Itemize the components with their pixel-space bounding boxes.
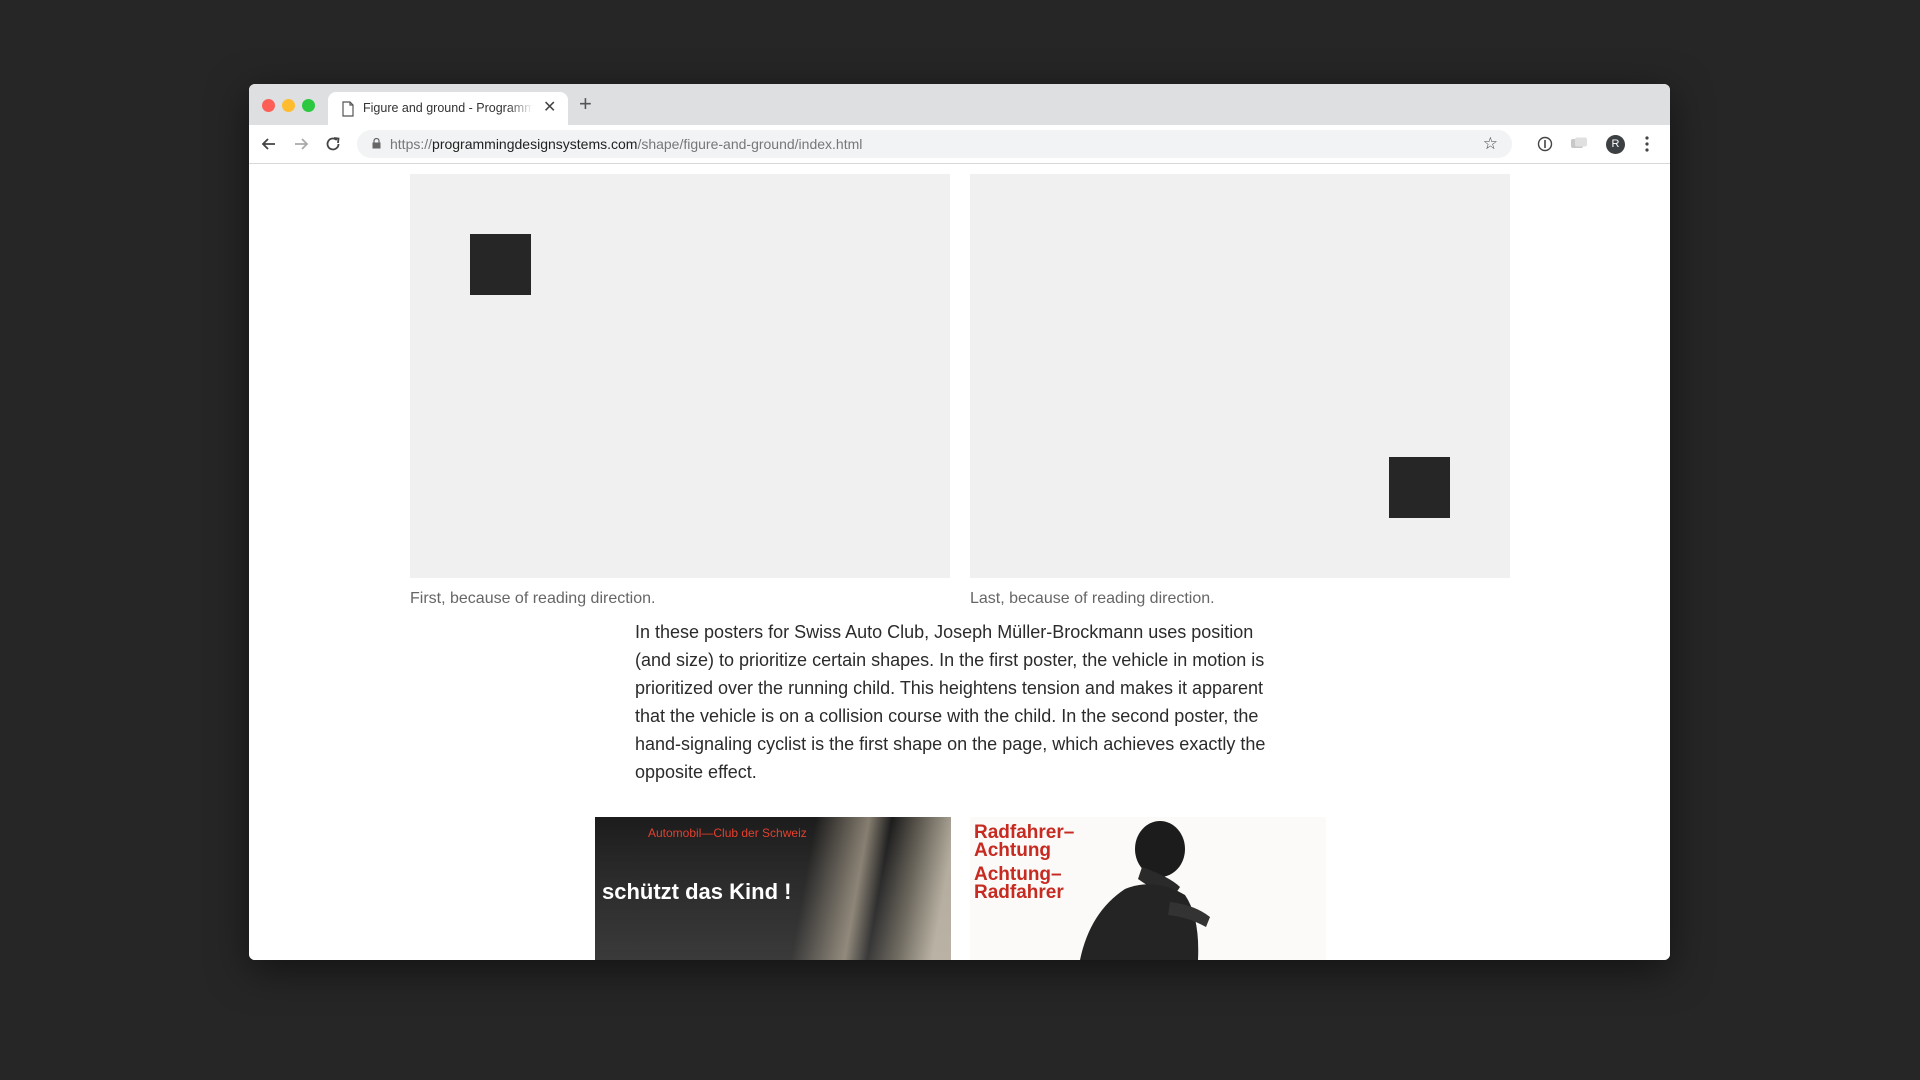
tab-figure-and-ground[interactable]: Figure and ground - Programming Design S… — [328, 92, 568, 125]
close-window-button[interactable] — [262, 99, 275, 112]
poster-text: Radfahrer — [974, 882, 1064, 903]
poster-image-child: Automobil—Club der Schweiz schützt das K… — [595, 817, 951, 960]
lock-icon — [372, 138, 381, 149]
browser-toolbar: https://programmingdesignsystems.com/sha… — [249, 125, 1670, 164]
menu-kebab-icon[interactable] — [1645, 135, 1649, 153]
browser-window: Figure and ground - Programming Design S… — [249, 84, 1670, 960]
body-paragraph: In these posters for Swiss Auto Club, Jo… — [635, 622, 1266, 782]
back-arrow-icon[interactable] — [259, 134, 279, 154]
square-shape — [1389, 457, 1450, 518]
square-shape — [470, 234, 531, 295]
page-content: First, because of reading direction. Las… — [249, 164, 1670, 960]
tab-strip: Figure and ground - Programming Design S… — [249, 84, 1670, 125]
reload-icon[interactable] — [323, 134, 343, 154]
forward-arrow-icon[interactable] — [291, 134, 311, 154]
url-scheme: https:// — [390, 136, 433, 152]
close-icon[interactable]: ✕ — [543, 100, 556, 116]
poster-subtitle: Automobil—Club der Schweiz — [648, 826, 807, 840]
url-text: https://programmingdesignsystems.com/sha… — [390, 136, 862, 152]
poster-image-cyclist: Radfahrer– Achtung Achtung– Radfahrer — [970, 817, 1326, 960]
poster-headline: schützt das Kind ! — [602, 879, 792, 904]
figure-caption: Last, because of reading direction. — [970, 590, 1215, 607]
minimize-window-button[interactable] — [282, 99, 295, 112]
url-host: programmingdesignsystems.com — [432, 136, 638, 152]
maximize-window-button[interactable] — [302, 99, 315, 112]
demo-canvas-last — [970, 174, 1510, 578]
tab-title: Figure and ground - Programming Design S… — [363, 101, 533, 115]
avatar[interactable]: R — [1606, 135, 1625, 154]
poster-text: Achtung — [974, 840, 1052, 861]
demo-canvas-first — [410, 174, 950, 578]
address-bar[interactable]: https://programmingdesignsystems.com/sha… — [357, 130, 1512, 158]
info-extension-icon[interactable] — [1537, 136, 1553, 152]
url-path: /shape/figure-and-ground/index.html — [637, 136, 863, 152]
star-icon[interactable]: ☆ — [1483, 135, 1498, 152]
document-icon — [342, 101, 354, 117]
figure-caption: First, because of reading direction. — [410, 590, 656, 607]
new-tab-button[interactable]: + — [579, 93, 592, 115]
cast-extension-icon[interactable] — [1570, 137, 1588, 151]
